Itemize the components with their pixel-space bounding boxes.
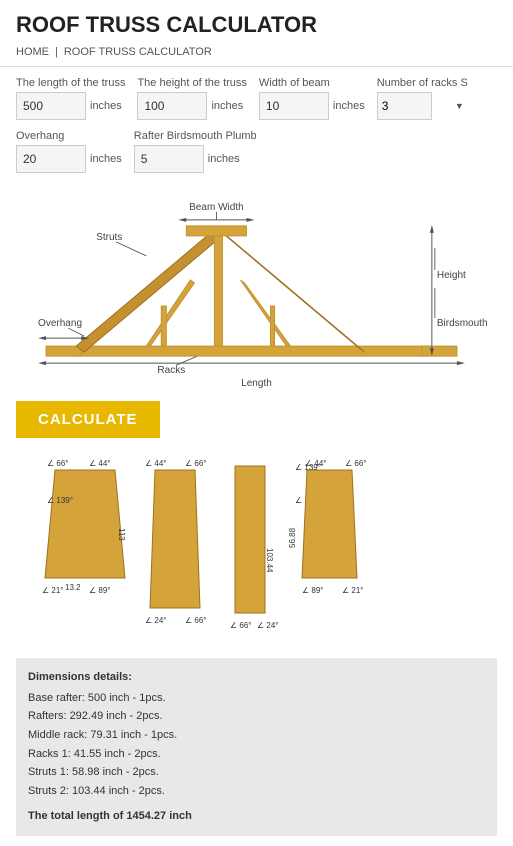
birdsmouth-label-svg: Birdsmouth	[437, 318, 488, 329]
rafter-input[interactable]	[134, 145, 204, 173]
num-racks-select-wrapper: 345	[377, 92, 468, 120]
results-total: The total length of 1454.27 inch	[28, 807, 485, 826]
beam-width-field: Width of beam inches	[259, 77, 365, 120]
breadcrumb-home[interactable]: HOME	[16, 46, 49, 58]
svg-text:∠ 44°: ∠ 44°	[145, 459, 167, 468]
svg-text:∠ 139°: ∠ 139°	[47, 496, 73, 505]
svg-text:∠ 89°: ∠ 89°	[302, 586, 324, 595]
result-line: Base rafter: 500 inch - 1pcs.	[28, 689, 485, 708]
svg-text:∠ 66°: ∠ 66°	[185, 616, 207, 625]
num-racks-field: Number of racks S 345	[377, 77, 468, 120]
svg-text:∠ 24°: ∠ 24°	[145, 616, 167, 625]
svg-text:∠ 21°: ∠ 21°	[42, 586, 64, 595]
form-row-2: Overhang inches Rafter Birdsmouth Plumb …	[16, 130, 497, 173]
input-form: The length of the truss inches The heigh…	[0, 67, 513, 193]
svg-text:∠ 66°: ∠ 66°	[185, 459, 207, 468]
results-lines: Base rafter: 500 inch - 1pcs.Rafters: 29…	[28, 689, 485, 801]
rafter-label: Rafter Birdsmouth Plumb	[134, 130, 257, 142]
rafter-unit: inches	[208, 153, 240, 165]
length-label-svg: Length	[241, 378, 272, 389]
truss-length-field: The length of the truss inches	[16, 77, 125, 120]
truss-length-label: The length of the truss	[16, 77, 125, 89]
piece-4: ∠ 44° ∠ 66° 56.88 ∠ 139° ∠ 89° ∠ 21°	[288, 459, 367, 595]
result-line: Struts 1: 58.98 inch - 2pcs.	[28, 763, 485, 782]
svg-text:∠ 66°: ∠ 66°	[47, 459, 69, 468]
overhang-field: Overhang inches	[16, 130, 122, 173]
svg-text:∠ 89°: ∠ 89°	[89, 586, 111, 595]
breadcrumb-sep: |	[55, 46, 58, 58]
result-line: Struts 2: 103.44 inch - 2pcs.	[28, 782, 485, 801]
beam-width-input[interactable]	[259, 92, 329, 120]
piece-2: ∠ 44° ∠ 66° ∠ 24° ∠ 66°	[145, 459, 207, 625]
svg-text:∠ 24°: ∠ 24°	[257, 621, 279, 630]
truss-length-unit: inches	[90, 100, 122, 112]
result-line: Middle rack: 79.31 inch - 1pcs.	[28, 726, 485, 745]
beam-width-unit: inches	[333, 100, 365, 112]
truss-height-label: The height of the truss	[137, 77, 246, 89]
overhang-unit: inches	[90, 153, 122, 165]
results-section: Dimensions details: Base rafter: 500 inc…	[16, 658, 497, 836]
svg-text:∠ 66°: ∠ 66°	[345, 459, 367, 468]
page-title: ROOF TRUSS CALCULATOR	[16, 12, 497, 38]
rafter-field: Rafter Birdsmouth Plumb inches	[134, 130, 257, 173]
truss-height-unit: inches	[211, 100, 243, 112]
overhang-label: Overhang	[16, 130, 122, 142]
truss-height-input[interactable]	[137, 92, 207, 120]
truss-diagram: Beam Width Struts Height Birdsmouth Over…	[16, 193, 497, 393]
svg-text:∠ 66°: ∠ 66°	[230, 621, 252, 630]
num-racks-select[interactable]: 345	[377, 92, 432, 120]
struts-label-svg: Struts	[96, 232, 122, 243]
truss-height-field: The height of the truss inches	[137, 77, 246, 120]
truss-length-input[interactable]	[16, 92, 86, 120]
truss-svg: Beam Width Struts Height Birdsmouth Over…	[16, 193, 497, 393]
height-label-svg: Height	[437, 270, 466, 281]
pieces-svg: ∠ 66° ∠ 44° 113 ∠ 21° ∠ 89° 13.2 ∠ 44° ∠…	[37, 448, 477, 648]
num-racks-label: Number of racks S	[377, 77, 468, 89]
results-title: Dimensions details:	[28, 668, 485, 687]
svg-text:∠ 139°: ∠ 139°	[295, 463, 321, 472]
result-line: Rafters: 292.49 inch - 2pcs.	[28, 707, 485, 726]
beam-width-label-svg: Beam Width	[189, 202, 244, 213]
piece-3: 103.44 ∠ 66° ∠ 24°	[230, 466, 279, 630]
svg-text:∠ 44°: ∠ 44°	[89, 459, 111, 468]
breadcrumb: HOME | ROOF TRUSS CALCULATOR	[0, 42, 513, 67]
svg-text:13.2: 13.2	[65, 583, 81, 592]
svg-text:113: 113	[117, 528, 126, 541]
result-line: Racks 1: 41.55 inch - 2pcs.	[28, 745, 485, 764]
svg-text:103.44: 103.44	[265, 548, 274, 573]
svg-text:56.88: 56.88	[288, 527, 297, 548]
piece-1: ∠ 66° ∠ 44° 113 ∠ 21° ∠ 89° 13.2	[42, 459, 126, 595]
racks-label-svg: Racks	[157, 365, 185, 376]
calculate-button[interactable]: CALCULATE	[16, 401, 160, 438]
overhang-label-svg: Overhang	[38, 318, 82, 329]
breadcrumb-current: ROOF TRUSS CALCULATOR	[64, 46, 212, 58]
pieces-diagram: ∠ 66° ∠ 44° 113 ∠ 21° ∠ 89° 13.2 ∠ 44° ∠…	[0, 448, 513, 658]
svg-text:∠ 21°: ∠ 21°	[342, 586, 364, 595]
form-row-1: The length of the truss inches The heigh…	[16, 77, 497, 120]
beam-width-label: Width of beam	[259, 77, 365, 89]
overhang-input[interactable]	[16, 145, 86, 173]
